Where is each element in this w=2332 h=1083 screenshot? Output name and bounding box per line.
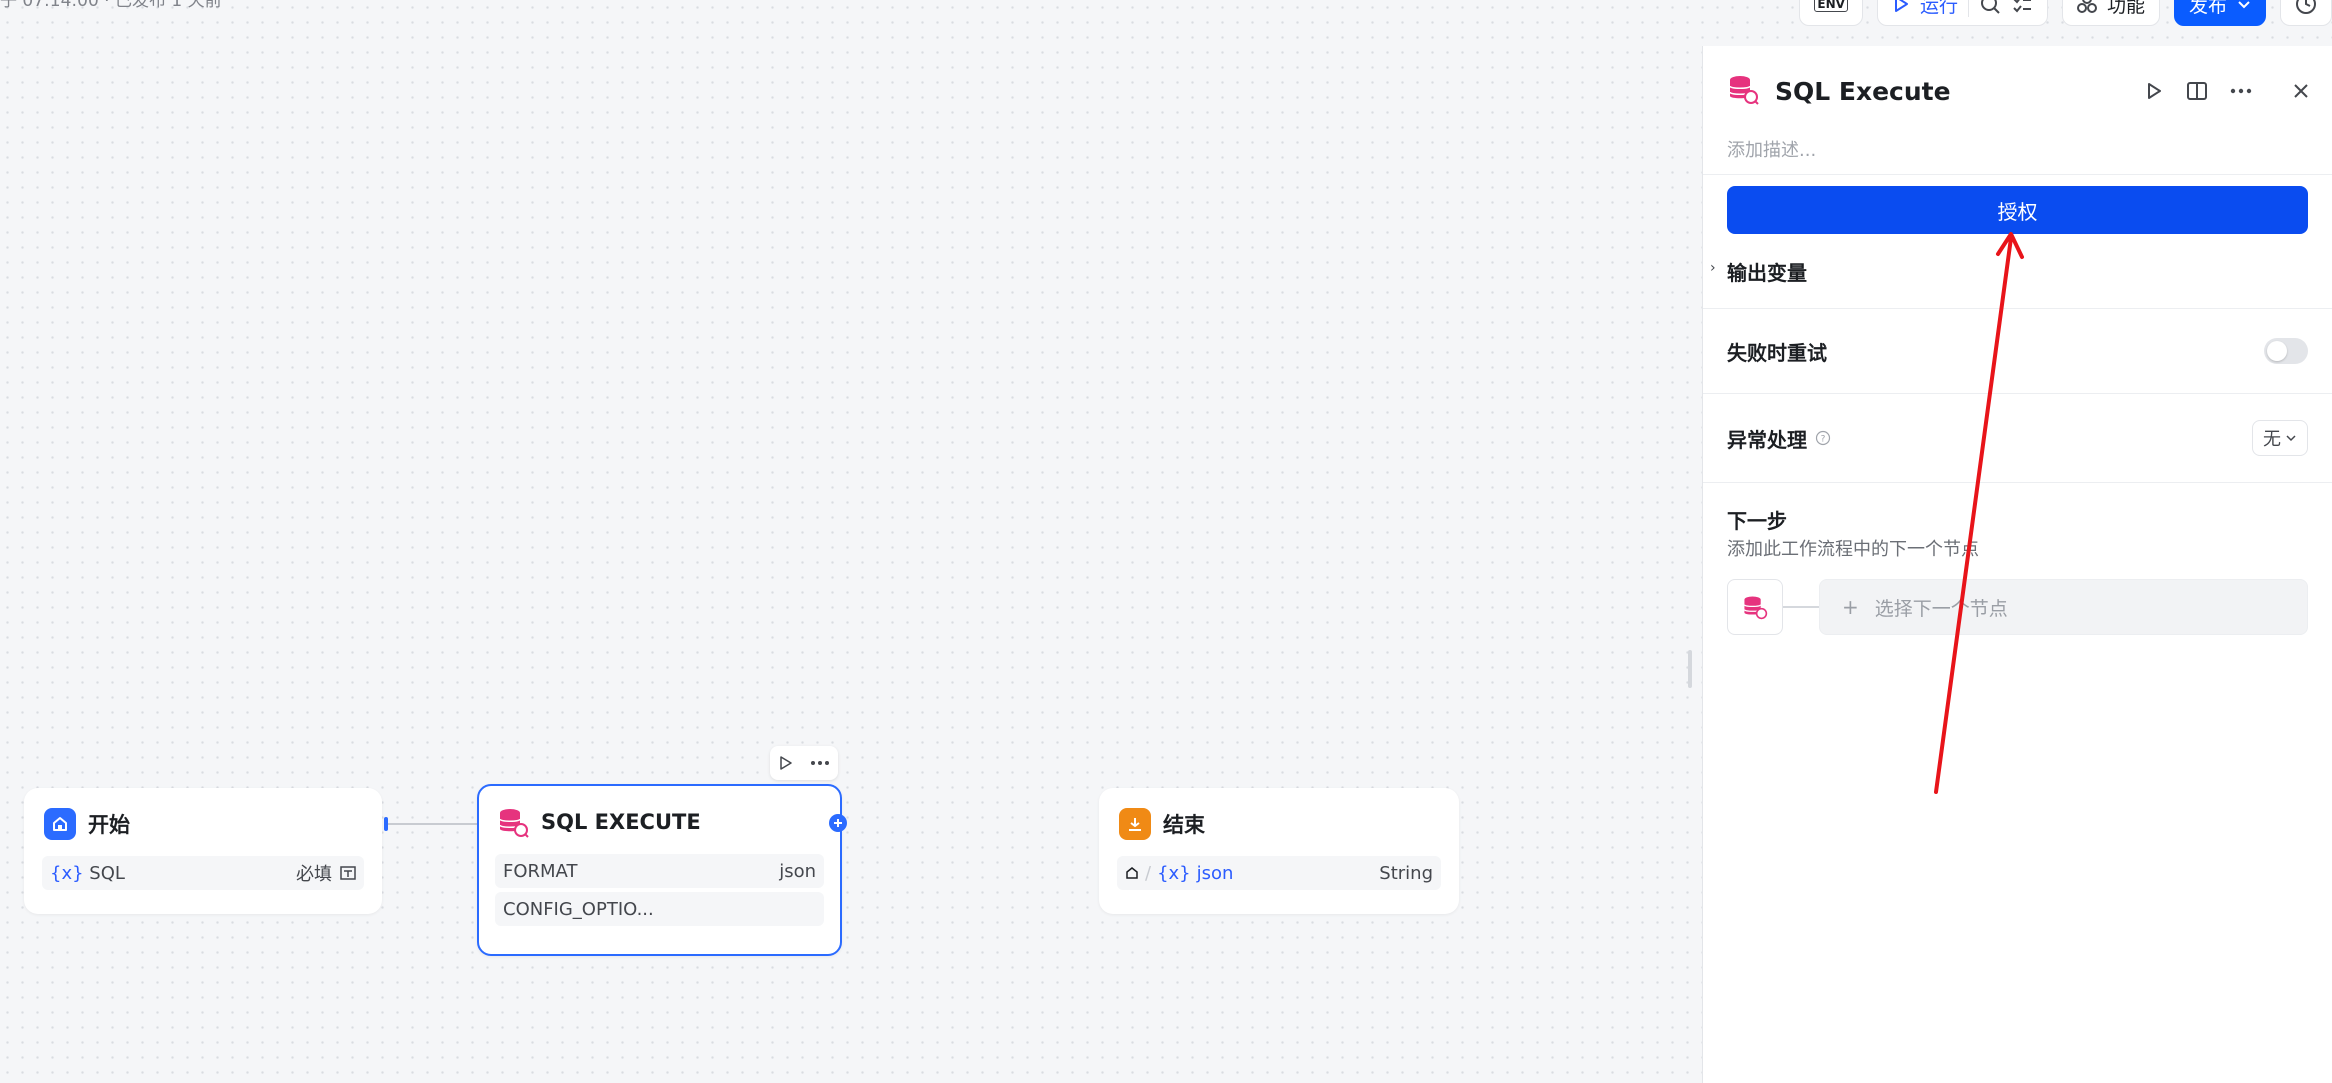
variable-icon: {x} bbox=[1157, 862, 1191, 884]
param-value: json bbox=[779, 860, 816, 882]
run-button[interactable]: 运行 bbox=[1876, 0, 2048, 26]
features-button[interactable]: 功能 bbox=[2061, 0, 2160, 26]
start-node[interactable]: 开始 {x} SQL 必填 bbox=[24, 788, 388, 914]
end-var-row: / {x} json String bbox=[1117, 856, 1441, 890]
help-icon[interactable]: ? bbox=[1815, 430, 1831, 446]
panel-resize-handle[interactable] bbox=[1688, 650, 1692, 688]
exception-select[interactable]: 无 bbox=[2252, 420, 2308, 456]
var-name: json bbox=[1196, 862, 1234, 884]
next-connector bbox=[1783, 606, 1819, 608]
env-button[interactable]: ENV bbox=[1799, 0, 1863, 26]
sql-param-row: FORMAT json bbox=[495, 854, 824, 888]
run-node-icon[interactable] bbox=[2144, 81, 2164, 101]
param-key: FORMAT bbox=[503, 860, 578, 882]
next-step-title: 下一步 bbox=[1727, 509, 1787, 533]
clock-icon bbox=[2296, 0, 2316, 14]
text-input-icon bbox=[340, 866, 356, 880]
home-icon bbox=[1126, 867, 1138, 879]
divider bbox=[1703, 174, 2332, 175]
docs-icon[interactable] bbox=[2186, 81, 2208, 101]
panel-title: SQL Execute bbox=[1775, 76, 1951, 106]
database-icon bbox=[497, 806, 529, 838]
var-type: String bbox=[1379, 862, 1433, 884]
retry-section: 失败时重试 bbox=[1703, 309, 2332, 393]
chevron-down-icon bbox=[2238, 1, 2250, 9]
node-title: 开始 bbox=[88, 813, 130, 837]
run-label: 运行 bbox=[1919, 0, 1958, 17]
var-name: SQL bbox=[89, 862, 125, 884]
database-icon bbox=[1743, 596, 1768, 620]
exception-value: 无 bbox=[2263, 429, 2281, 450]
next-step-desc: 添加此工作流程中的下一个节点 bbox=[1727, 539, 1979, 560]
required-badge: 必填 bbox=[296, 864, 332, 885]
chevron-right-icon: › bbox=[1710, 260, 1716, 276]
exception-label: 异常处理 bbox=[1727, 427, 1807, 452]
home-icon bbox=[44, 808, 76, 840]
node-settings-panel: SQL Execute 添加描述... 授权 › 输出变量 失败时重试 异常处理… bbox=[1702, 46, 2332, 1083]
edge-start-sql bbox=[386, 823, 480, 825]
start-var-row: {x} SQL 必填 bbox=[42, 856, 364, 890]
current-node-chip bbox=[1727, 579, 1783, 635]
output-vars-label: 输出变量 bbox=[1727, 260, 1807, 285]
sql-param-row: CONFIG_OPTIO... bbox=[495, 892, 824, 926]
chevron-down-icon bbox=[2286, 435, 2296, 442]
node-toolbar bbox=[770, 746, 838, 780]
workflow-status: 子 07:14:00 · 已发布 1 天前 bbox=[0, 0, 222, 11]
start-output-handle[interactable] bbox=[384, 817, 388, 831]
retry-label: 失败时重试 bbox=[1727, 340, 1827, 365]
publish-button[interactable]: 发布 bbox=[2173, 0, 2266, 26]
select-next-node[interactable]: + 选择下一个节点 bbox=[1819, 579, 2308, 635]
output-vars-section[interactable]: › 输出变量 bbox=[1703, 234, 2332, 308]
authorize-button[interactable]: 授权 bbox=[1727, 186, 2308, 234]
variable-icon: {x} bbox=[50, 862, 84, 884]
env-icon: ENV bbox=[1814, 0, 1848, 12]
sql-execute-node[interactable]: SQL EXECUTE FORMAT json CONFIG_OPTIO... bbox=[477, 784, 847, 956]
exception-section: 异常处理 ? 无 bbox=[1703, 394, 2332, 482]
node-title: SQL EXECUTE bbox=[541, 810, 701, 834]
database-icon bbox=[1727, 73, 1759, 109]
history-button[interactable] bbox=[2280, 0, 2332, 26]
top-toolbar: ENV 运行 功能 发布 bbox=[1799, 0, 2332, 26]
end-icon bbox=[1119, 808, 1151, 840]
retry-toggle[interactable] bbox=[2264, 338, 2308, 364]
play-icon bbox=[1894, 0, 1908, 12]
more-icon[interactable] bbox=[2230, 88, 2252, 94]
features-label: 功能 bbox=[2106, 0, 2145, 17]
end-node[interactable]: 结束 / {x} json String bbox=[1099, 788, 1459, 914]
play-icon[interactable] bbox=[778, 755, 794, 771]
more-icon[interactable] bbox=[810, 760, 830, 766]
next-step-section: 下一步 添加此工作流程中的下一个节点 + 选择下一个节点 bbox=[1703, 483, 2332, 643]
features-icon bbox=[2076, 0, 2097, 13]
checklist-icon[interactable] bbox=[2011, 0, 2033, 15]
node-title: 结束 bbox=[1163, 813, 1205, 837]
param-key: CONFIG_OPTIO... bbox=[503, 898, 654, 920]
toolbar-divider bbox=[1967, 0, 1969, 17]
description-input[interactable]: 添加描述... bbox=[1703, 136, 2332, 174]
publish-label: 发布 bbox=[2188, 0, 2227, 17]
debug-icon[interactable] bbox=[1979, 0, 2001, 15]
close-icon[interactable] bbox=[2292, 82, 2310, 100]
add-next-node-icon[interactable] bbox=[829, 814, 847, 832]
select-next-node-placeholder: 选择下一个节点 bbox=[1874, 597, 2008, 620]
plus-icon: + bbox=[1842, 595, 1859, 619]
svg-text:?: ? bbox=[1821, 435, 1826, 445]
